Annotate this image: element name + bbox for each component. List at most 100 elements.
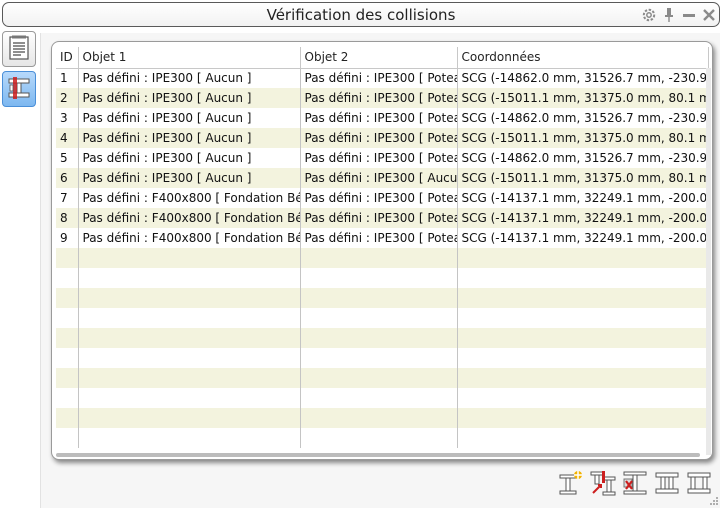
cell-object-2: Pas défini : IPE300 [ Poteau ]: [300, 208, 458, 228]
table-row[interactable]: 7Pas défini : F400x800 [ Fondation Béton…: [56, 188, 709, 208]
cell-id: [56, 388, 79, 408]
empty-table-row: [56, 428, 709, 448]
cell-coordinates: SCG (-15011.1 mm, 31375.0 mm, 80.1 mm): [457, 88, 709, 108]
cell-coordinates: SCG (-14137.1 mm, 32249.1 mm, -200.0 mm): [457, 188, 709, 208]
cell-object-2: Pas défini : IPE300 [ Poteau ]: [300, 88, 458, 108]
report-list-icon: [7, 35, 31, 64]
column-header-id[interactable]: ID: [56, 47, 79, 69]
cell-object-2: [300, 268, 458, 288]
empty-table-row: [56, 388, 709, 408]
minimize-icon[interactable]: [681, 7, 697, 23]
cell-object-1: Pas défini : IPE300 [ Aucun ]: [78, 108, 301, 128]
cell-object-1: [78, 288, 301, 308]
cell-object-2: Pas défini : IPE300 [ Poteau ]: [300, 228, 458, 248]
cell-object-2: [300, 428, 458, 448]
table-row[interactable]: 6 Pas défini : IPE300 [ Aucun ] Pas défini…: [56, 168, 709, 188]
empty-table-row: [56, 308, 709, 328]
new-check-icon: [557, 469, 585, 500]
cell-object-2: Pas défini : IPE300 [ Poteau ]: [300, 108, 458, 128]
column-header-coordinates[interactable]: Coordonnées: [457, 47, 709, 69]
cell-id: [56, 408, 79, 428]
cell-object-1: [78, 408, 301, 428]
cell-object-1: [78, 328, 301, 348]
delete-collision-icon: [621, 469, 649, 500]
cell-object-1: [78, 348, 301, 368]
cell-object-1: Pas défini : F400x800 [ Fondation Béton …: [78, 208, 301, 228]
cell-coordinates: [457, 368, 709, 388]
cell-object-1: Pas défini : IPE300 [ Aucun ]: [78, 148, 301, 168]
resize-grip-icon[interactable]: [709, 495, 719, 505]
cell-id: [56, 328, 79, 348]
cell-object-1: Pas défini : IPE300 [ Aucun ]: [78, 88, 301, 108]
collision-check-window: Vérification des collisions ID Objet 1 O…: [0, 0, 722, 508]
cell-coordinates: [457, 268, 709, 288]
table-row[interactable]: 2 Pas défini : IPE300 [ Aucun ] Pas défini…: [56, 88, 709, 108]
previous-icon: [653, 469, 681, 500]
cell-coordinates: [457, 248, 709, 268]
cell-id: 3: [56, 108, 79, 128]
cell-id: [56, 428, 79, 448]
cell-id: [56, 308, 79, 328]
table-row[interactable]: 9Pas défini : F400x800 [ Fondation Béton…: [56, 228, 709, 248]
cell-coordinates: SCG (-14137.1 mm, 32249.1 mm, -200.0 mm): [457, 208, 709, 228]
empty-table-row: [56, 248, 709, 268]
cell-coordinates: [457, 348, 709, 368]
cell-object-2: Pas défini : IPE300 [ Poteau ]: [300, 68, 458, 88]
table-row[interactable]: 8Pas défini : F400x800 [ Fondation Béton…: [56, 208, 709, 228]
cell-object-1: Pas défini : IPE300 [ Aucun ]: [78, 128, 301, 148]
cell-object-2: [300, 248, 458, 268]
previous-button[interactable]: [652, 468, 682, 500]
collision-table: ID Objet 1 Objet 2 Coordonnées 1 Pas défi…: [56, 47, 709, 448]
cell-object-1: [78, 268, 301, 288]
cell-coordinates: SCG (-15011.1 mm, 31375.0 mm, 80.1 mm): [457, 128, 709, 148]
column-header-object-1[interactable]: Objet 1: [78, 47, 301, 69]
report-list-button[interactable]: [2, 31, 36, 67]
show-collision-button[interactable]: [588, 468, 618, 500]
cell-object-2: Pas défini : IPE300 [ Aucun ]: [300, 168, 458, 188]
table-row[interactable]: 5 Pas défini : IPE300 [ Aucun ] Pas défini…: [56, 148, 709, 168]
column-header-object-2[interactable]: Objet 2: [300, 47, 458, 69]
collision-check-tab-button[interactable]: [2, 71, 36, 107]
delete-collision-button[interactable]: [620, 468, 650, 500]
cell-coordinates: [457, 308, 709, 328]
collision-table-panel: ID Objet 1 Objet 2 Coordonnées 1 Pas défi…: [51, 41, 713, 460]
pin-icon[interactable]: [661, 7, 677, 23]
cell-id: 1: [56, 68, 79, 88]
cell-coordinates: SCG (-14862.0 mm, 31526.7 mm, -230.9 mm): [457, 108, 709, 128]
cell-coordinates: [457, 428, 709, 448]
cell-id: 7: [56, 188, 79, 208]
cell-object-1: [78, 308, 301, 328]
cell-id: [56, 248, 79, 268]
cell-object-1: [78, 368, 301, 388]
horizontal-scrollbar[interactable]: [56, 453, 700, 457]
empty-table-row: [56, 348, 709, 368]
empty-table-row: [56, 268, 709, 288]
table-row[interactable]: 4 Pas défini : IPE300 [ Aucun ] Pas défini…: [56, 128, 709, 148]
cell-object-2: [300, 408, 458, 428]
cell-object-1: [78, 248, 301, 268]
cell-coordinates: SCG (-14862.0 mm, 31526.7 mm, -230.9 mm): [457, 68, 709, 88]
settings-gear-icon[interactable]: [641, 7, 657, 23]
empty-table-row: [56, 368, 709, 388]
title-bar: Vérification des collisions: [2, 2, 720, 27]
cell-coordinates: [457, 388, 709, 408]
cell-coordinates: SCG (-14862.0 mm, 31526.7 mm, -230.9 mm): [457, 148, 709, 168]
cell-id: 2: [56, 88, 79, 108]
cell-id: 6: [56, 168, 79, 188]
cell-id: 9: [56, 228, 79, 248]
cell-id: 5: [56, 148, 79, 168]
cell-object-2: Pas défini : IPE300 [ Poteau ]: [300, 148, 458, 168]
cell-object-2: [300, 288, 458, 308]
cell-coordinates: SCG (-14137.1 mm, 32249.1 mm, -200.0 mm): [457, 228, 709, 248]
table-row[interactable]: 3 Pas défini : IPE300 [ Aucun ] Pas défini…: [56, 108, 709, 128]
cell-object-1: Pas défini : F400x800 [ Fondation Béton …: [78, 188, 301, 208]
table-row[interactable]: 1 Pas défini : IPE300 [ Aucun ] Pas défini…: [56, 68, 709, 88]
side-toolbar: [1, 31, 38, 508]
table-header-row: ID Objet 1 Objet 2 Coordonnées: [56, 47, 709, 69]
cell-object-2: [300, 348, 458, 368]
cell-object-2: [300, 328, 458, 348]
new-check-button[interactable]: [556, 468, 586, 500]
close-icon[interactable]: [701, 7, 717, 23]
vertical-scrollbar[interactable]: [706, 68, 711, 455]
cell-coordinates: [457, 408, 709, 428]
